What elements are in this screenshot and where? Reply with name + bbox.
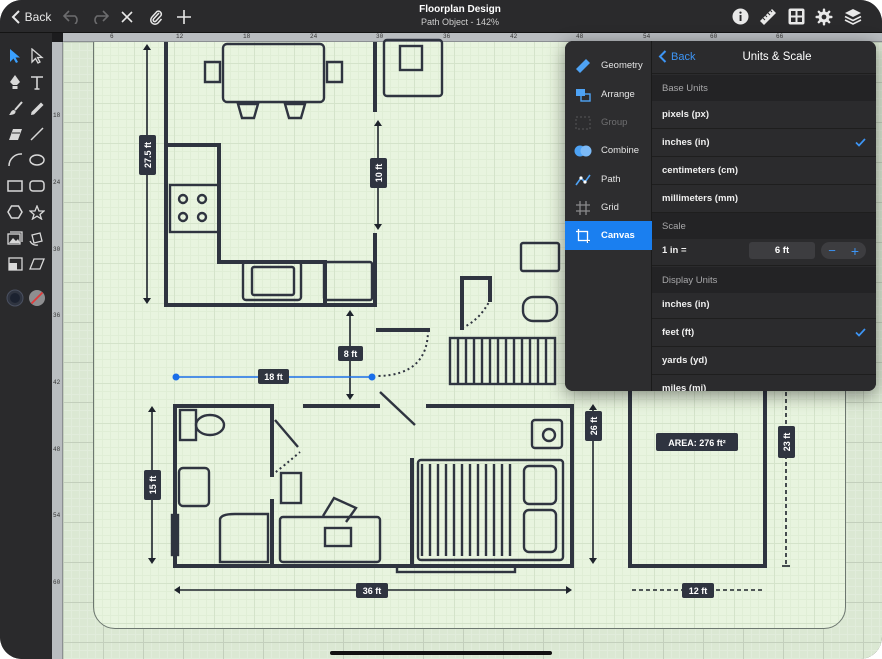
option-label: feet (ft)	[662, 327, 695, 338]
ruler-icon	[573, 56, 593, 76]
panel-back-label: Back	[671, 50, 696, 63]
dimension-text: 36 ft	[363, 586, 382, 596]
path-icon	[573, 170, 593, 190]
option-label: inches (in)	[662, 299, 710, 310]
menu-item-combine[interactable]: Combine	[565, 136, 652, 165]
plus-icon: +	[850, 242, 860, 259]
menu-label: Arrange	[601, 89, 635, 100]
display-unit-option[interactable]: inches (in)	[652, 291, 876, 319]
combine-icon	[573, 141, 593, 161]
base-unit-option[interactable]: centimeters (cm)	[652, 157, 876, 185]
canvas-icon	[573, 226, 593, 246]
section-display-units: Display Units	[652, 267, 876, 293]
dimension-text: 23 ft	[782, 433, 792, 452]
option-label: miles (mi)	[662, 383, 707, 391]
scale-label: 1 in =	[662, 245, 687, 256]
stepper-plus-button[interactable]: +	[844, 242, 866, 259]
dimension-label-15[interactable]: 15 ft	[144, 470, 161, 500]
dimension-label-26[interactable]: 26 ft	[585, 411, 602, 441]
grid-icon	[573, 198, 593, 218]
dimension-label-8[interactable]: 8 ft	[338, 346, 363, 361]
dimension-text: 10 ft	[374, 164, 384, 183]
dimension-label-18[interactable]: 18 ft	[258, 369, 289, 384]
base-unit-option[interactable]: pixels (px)	[652, 101, 876, 129]
display-unit-option[interactable]: miles (mi)	[652, 375, 876, 391]
section-base-units: Base Units	[652, 75, 876, 101]
menu-item-geometry[interactable]: Geometry	[565, 51, 652, 80]
dimension-label-27-5[interactable]: 27.5 ft	[139, 135, 156, 175]
panel-header: Back Units & Scale	[652, 41, 876, 74]
dimension-text: 15 ft	[148, 476, 158, 495]
arrange-icon	[573, 85, 593, 105]
menu-label: Path	[601, 174, 621, 185]
dimension-label-10[interactable]: 10 ft	[370, 158, 387, 188]
base-unit-option[interactable]: inches (in)	[652, 129, 876, 157]
units-scale-panel: Back Units & Scale Base Units pixels (px…	[652, 41, 876, 391]
app-window: Back Floorplan Design Path Object - 142%	[0, 0, 882, 659]
option-label: yards (yd)	[662, 355, 708, 366]
scale-row: 1 in = 6 ft − +	[652, 236, 876, 266]
menu-label: Group	[601, 117, 628, 128]
chevron-left-icon	[658, 50, 667, 63]
selection-handle[interactable]	[172, 373, 180, 381]
display-unit-option[interactable]: yards (yd)	[652, 347, 876, 375]
area-label[interactable]: AREA: 276 ft²	[656, 433, 738, 451]
option-label: millimeters (mm)	[662, 193, 739, 204]
dimension-text: 18 ft	[264, 372, 283, 382]
option-label: centimeters (cm)	[662, 165, 739, 176]
minus-icon: −	[828, 243, 836, 258]
menu-label: Canvas	[601, 230, 635, 241]
dimension-text: 26 ft	[589, 417, 599, 436]
menu-label: Grid	[601, 202, 619, 213]
option-label: pixels (px)	[662, 109, 709, 120]
panel-back-button[interactable]: Back	[658, 50, 695, 63]
dimension-text: 8 ft	[344, 349, 358, 359]
menu-item-group[interactable]: Group	[565, 108, 652, 137]
inspector-menu: Geometry Arrange Group Combine Path Grid	[565, 41, 652, 391]
checkmark-icon	[855, 138, 866, 147]
menu-item-grid[interactable]: Grid	[565, 193, 652, 222]
dimension-label-36[interactable]: 36 ft	[356, 583, 388, 598]
dimension-text: 27.5 ft	[143, 142, 153, 168]
base-unit-option[interactable]: millimeters (mm)	[652, 185, 876, 213]
menu-label: Geometry	[601, 60, 643, 71]
home-indicator	[330, 651, 552, 655]
area-text: AREA: 276 ft²	[668, 438, 726, 448]
stepper-minus-button[interactable]: −	[821, 242, 843, 259]
inspector-popover: Geometry Arrange Group Combine Path Grid	[565, 41, 876, 391]
scale-stepper: − +	[821, 242, 866, 259]
scale-value-field[interactable]: 6 ft	[749, 242, 815, 259]
menu-item-arrange[interactable]: Arrange	[565, 80, 652, 109]
option-label: inches (in)	[662, 137, 710, 148]
display-unit-option[interactable]: feet (ft)	[652, 319, 876, 347]
menu-label: Combine	[601, 145, 640, 156]
door-swing-lines	[271, 299, 491, 476]
checkmark-icon	[855, 328, 866, 337]
menu-item-canvas[interactable]: Canvas	[565, 221, 652, 250]
dimension-text: 12 ft	[689, 586, 708, 596]
dimension-label-12[interactable]: 12 ft	[682, 583, 714, 598]
menu-item-path[interactable]: Path	[565, 165, 652, 194]
panel-title: Units & Scale	[742, 51, 812, 63]
selection-handle[interactable]	[368, 373, 376, 381]
dimension-label-23[interactable]: 23 ft	[778, 426, 795, 458]
door-leaves	[274, 391, 416, 448]
group-icon	[573, 113, 593, 133]
